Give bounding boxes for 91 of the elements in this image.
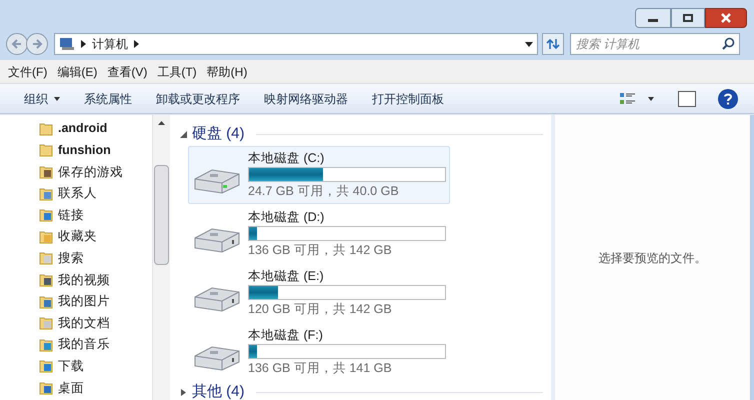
help-button[interactable] [718,88,738,108]
drive-space-text: 120 GB 可用，共 142 GB [248,301,393,318]
maximize-button[interactable] [671,8,705,28]
folder-icon [38,186,54,202]
sidebar-label: 我的文档 [58,314,110,332]
toolbar-button[interactable]: 映射网络驱动器 [256,86,356,110]
chevron-right-icon [81,40,86,48]
sidebar-item[interactable]: 保存的游戏 [38,161,152,183]
sidebar-label: 桌面 [58,380,84,397]
folder-icon [38,315,54,332]
sidebar-label: 保存的游戏 [58,164,123,181]
drive-tile[interactable]: 本地磁盘 (E:) 120 GB 可用，共 142 GB [188,264,450,322]
scroll-thumb[interactable] [154,165,169,265]
folder-icon [38,336,54,353]
sidebar-label: 下载 [58,358,84,375]
group-header[interactable]: 其他 (4) [192,380,244,400]
drive-name: 本地磁盘 (D:) [248,209,326,226]
help-icon [724,92,732,104]
menu-item[interactable]: 工具(T) [155,62,199,80]
search-icon [722,37,735,50]
search-field[interactable]: 搜索 计算机 [570,33,740,55]
toolbar-button[interactable]: 卸载或更改程序 [148,86,248,110]
drive-name: 本地磁盘 (C:) [248,150,326,167]
dropdown-arrow-icon [648,96,654,100]
close-icon [720,13,732,23]
group-header[interactable]: 硬盘 (4) [192,122,244,146]
scroll-up-arrow-icon[interactable] [158,121,165,125]
refresh-arrows-icon [546,38,560,50]
dropdown-arrow-icon [54,96,60,100]
sidebar-item[interactable]: 链接 [38,204,152,226]
sidebar-label: .android [58,120,108,138]
collapse-triangle-icon[interactable] [180,130,187,138]
drive-space-text: 136 GB 可用，共 142 GB [248,242,393,259]
menu-item[interactable]: 帮助(H) [204,62,250,80]
folder-icon [38,358,54,374]
menu-item[interactable]: 编辑(E) [55,62,100,80]
expand-triangle-icon[interactable] [180,388,187,396]
folder-icon [38,142,54,158]
folder-icon [38,164,54,180]
sidebar-item[interactable]: 我的文档 [38,312,152,334]
sidebar-item[interactable]: 我的图片 [38,290,152,312]
sidebar-item[interactable]: 桌面 [38,377,152,399]
address-bar[interactable]: 计算机 [54,33,538,55]
chevron-right-icon [134,40,139,48]
sidebar-label: 我的视频 [58,272,110,289]
close-button[interactable] [705,8,747,28]
sidebar-label: 联系人 [58,185,97,202]
toolbar-button[interactable]: 打开控制面板 [364,86,452,110]
sidebar-item[interactable]: 搜索 [38,248,152,270]
preview-message: 选择要预览的文件。 [598,250,706,266]
forward-arrow-icon [31,38,43,50]
drive-tile[interactable]: 本地磁盘 (F:) 136 GB 可用，共 141 GB [188,323,450,381]
refresh-button[interactable] [542,33,564,55]
sidebar-item[interactable]: 联系人 [38,182,152,204]
sidebar-label: 收藏夹 [58,228,97,246]
sidebar-item[interactable]: 我的视频 [38,269,152,291]
sidebar-label: 我的音乐 [58,336,110,354]
sidebar-item[interactable]: .android [38,118,152,140]
scrollbar[interactable] [152,115,170,400]
address-path[interactable]: 计算机 [92,35,128,53]
sidebar-item[interactable]: funshion [38,140,152,162]
folder-icon [38,380,54,396]
sidebar-label: 我的图片 [58,293,110,310]
computer-icon [59,37,75,51]
folder-icon [38,294,54,310]
toolbar-button[interactable]: 系统属性 [76,86,140,110]
menu-item[interactable]: 文件(F) [6,62,50,80]
sidebar-label: 链接 [58,206,84,224]
preview-pane-button[interactable] [678,90,696,106]
drive-space-text: 136 GB 可用，共 141 GB [248,360,393,377]
folder-icon [38,120,54,137]
drive-name: 本地磁盘 (E:) [248,268,325,285]
back-arrow-icon [11,38,23,50]
list-view-icon [620,92,636,106]
sidebar-item[interactable]: 下载 [38,356,152,378]
menu-item[interactable]: 查看(V) [105,62,150,80]
drive-tile[interactable]: 本地磁盘 (D:) 136 GB 可用，共 142 GB [188,205,450,263]
folder-icon [38,272,54,288]
drive-space-text: 24.7 GB 可用，共 40.0 GB [248,183,400,200]
dropdown-arrow-icon[interactable] [525,42,533,46]
folder-icon [38,250,54,266]
drive-tile[interactable]: 本地磁盘 (C:) 24.7 GB 可用，共 40.0 GB [188,146,450,204]
folder-icon [38,228,54,245]
sidebar-item[interactable]: 我的音乐 [38,334,152,356]
minimize-button[interactable] [635,8,671,28]
folder-icon [38,207,54,224]
sidebar-label: 搜索 [58,250,84,267]
toolbar-button[interactable]: 组织 [16,86,68,110]
sidebar-item[interactable]: 收藏夹 [38,226,152,248]
sidebar-label: funshion [58,142,111,160]
drive-name: 本地磁盘 (F:) [248,327,324,344]
